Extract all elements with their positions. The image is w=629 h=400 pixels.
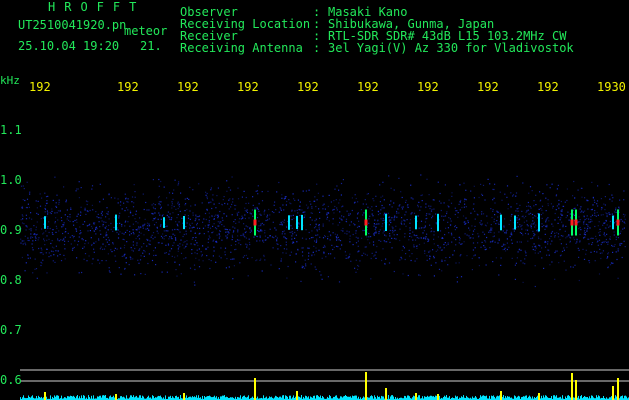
date-time: 25.10.04 19:20 [18, 39, 120, 53]
histogram-peak [44, 392, 46, 400]
x-tick-label: 192 [177, 80, 199, 94]
histogram-peak [415, 393, 417, 400]
hrofft-screen: HROFFT UT2510041920.pn meteor 25.10.04 1… [0, 0, 629, 400]
antenna-value: 3el Yagi(V) Az 330 for Vladivostok [328, 41, 574, 55]
histogram-peak [254, 378, 256, 400]
meteor-echo [538, 213, 540, 232]
x-tick-label: 192 [237, 80, 259, 94]
histogram-peak [617, 378, 619, 400]
histogram-peak [115, 394, 117, 400]
x-tick-label: 192 [357, 80, 379, 94]
meteor-echo [163, 217, 165, 228]
histogram-peak [612, 386, 614, 400]
meteor-echo-core [616, 219, 620, 226]
meteor-echo-core [364, 219, 368, 226]
spectrogram [20, 174, 629, 400]
echo-histogram [20, 372, 629, 400]
meteor-echo [183, 216, 185, 230]
histogram-peak [365, 372, 367, 400]
antenna-label: Receiving Antenna [180, 41, 303, 55]
meteor-echo [44, 216, 46, 229]
histogram-peak [183, 393, 185, 400]
meteor-echo [500, 214, 502, 231]
x-tick-label: 192 [29, 80, 51, 94]
y-tick-label: 1.0 [0, 173, 22, 187]
meteor-echo [301, 214, 303, 231]
x-tick-label: 192 [117, 80, 139, 94]
echo-count: 21. [140, 39, 162, 53]
y-tick-label: 1.1 [0, 123, 22, 137]
file-name: UT2510041920.pn [18, 18, 127, 32]
histogram-peak [385, 388, 387, 400]
meteor-echo-core [574, 219, 578, 226]
meteor-echo [415, 215, 417, 230]
y-tick-label: 0.9 [0, 223, 22, 237]
histogram-peak [437, 394, 439, 400]
antenna-sep: : [313, 41, 321, 55]
meteor-echo [385, 213, 387, 231]
meteor-echo-core [570, 219, 574, 226]
meteor-echo [612, 215, 614, 230]
x-tick-label: 1930 [597, 80, 626, 94]
y-axis-unit: kHz [0, 74, 20, 87]
y-tick-label: 0.6 [0, 373, 22, 387]
x-tick-label: 192 [417, 80, 439, 94]
x-tick-label: 192 [537, 80, 559, 94]
noise-band [20, 174, 626, 288]
app-brand: HROFFT [48, 0, 146, 14]
histogram-peak [296, 391, 298, 400]
histogram-peak [575, 380, 577, 400]
x-tick-label: 192 [477, 80, 499, 94]
overlay-label: meteor [124, 24, 168, 38]
meteor-echo [437, 213, 439, 232]
meteor-echo [115, 214, 117, 231]
x-tick-label: 192 [297, 80, 319, 94]
y-tick-label: 0.7 [0, 323, 22, 337]
meteor-echo [514, 215, 516, 230]
histogram-peak [500, 391, 502, 400]
y-tick-label: 0.8 [0, 273, 22, 287]
meteor-echo [288, 215, 290, 230]
meteor-echo-core [253, 219, 257, 226]
meteor-echo [296, 215, 298, 229]
histogram-peak [571, 373, 573, 400]
histogram-peak [538, 393, 540, 400]
